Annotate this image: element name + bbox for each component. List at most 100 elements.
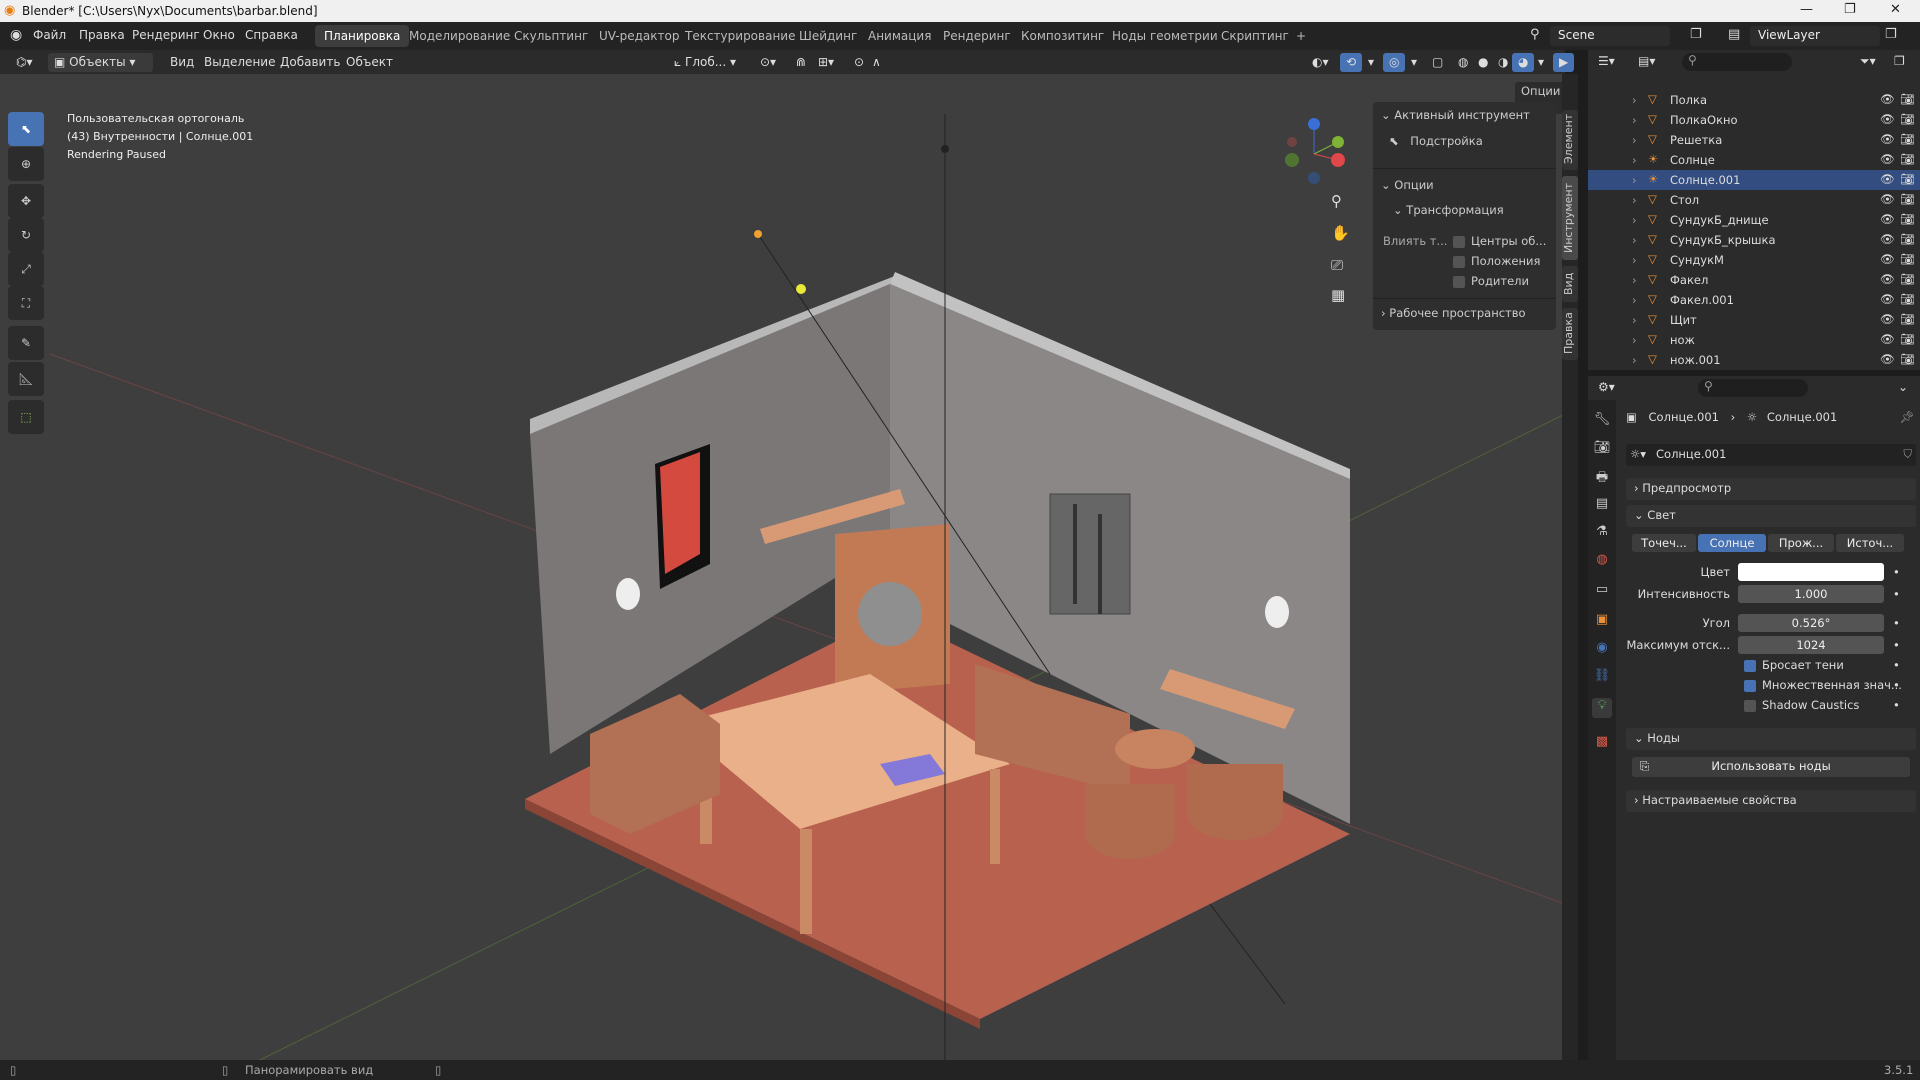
render-camera-icon[interactable]: 📷︎: [1900, 332, 1915, 346]
overlay-dropdown-icon[interactable]: ▾: [1405, 53, 1423, 72]
outliner-row[interactable]: › ▽ СундукБ_днище 👁︎ 📷︎: [1588, 210, 1920, 230]
expand-arrow-icon[interactable]: ›: [1632, 193, 1637, 207]
workspace-header[interactable]: › Рабочее пространство: [1381, 306, 1526, 320]
outliner-search-input[interactable]: ⚲: [1682, 53, 1792, 71]
light-type-area[interactable]: Источ...: [1836, 534, 1904, 552]
max-bounces-field[interactable]: 1024: [1738, 636, 1884, 654]
shading-dropdown-icon[interactable]: ▾: [1532, 53, 1550, 72]
zoom-icon[interactable]: ⚲: [1331, 192, 1342, 210]
object-tab-icon[interactable]: ▣: [1592, 612, 1612, 632]
menu-file[interactable]: Файл: [33, 28, 66, 42]
tab-sculpting[interactable]: Скульптинг: [505, 25, 597, 47]
cb-centers[interactable]: Центры об...: [1453, 234, 1546, 248]
overlay-icon[interactable]: ◎: [1383, 53, 1406, 72]
expand-arrow-icon[interactable]: ›: [1632, 93, 1637, 107]
outliner-row[interactable]: › ☀ Солнце 👁︎ 📷︎: [1588, 150, 1920, 170]
intensity-field[interactable]: 1.000: [1738, 585, 1884, 603]
mis-checkbox[interactable]: Множественная знач... •: [1626, 678, 1916, 698]
tab-scripting[interactable]: Скриптинг: [1212, 25, 1298, 47]
outliner-row[interactable]: › ▽ нож 👁︎ 📷︎: [1588, 330, 1920, 350]
menu-view[interactable]: Вид: [164, 53, 200, 72]
outliner-row[interactable]: › ▽ Стол 👁︎ 📷︎: [1588, 190, 1920, 210]
keyframe-dot-icon[interactable]: •: [1893, 616, 1900, 630]
visibility-icon[interactable]: ◐▾: [1306, 53, 1335, 72]
visibility-eye-icon[interactable]: 👁︎: [1880, 292, 1895, 306]
outliner-row[interactable]: › ▽ Факел 👁︎ 📷︎: [1588, 270, 1920, 290]
outliner-row[interactable]: › ▽ ПолкаОкно 👁︎ 📷︎: [1588, 110, 1920, 130]
tool-rotate[interactable]: ↻: [8, 218, 44, 252]
outliner-editor-icon[interactable]: ☰▾: [1598, 54, 1615, 68]
outliner-row[interactable]: › ▽ Щит 👁︎ 📷︎: [1588, 310, 1920, 330]
visibility-eye-icon[interactable]: 👁︎: [1880, 192, 1895, 206]
cast-shadow-checkbox[interactable]: Бросает тени •: [1626, 658, 1916, 678]
expand-arrow-icon[interactable]: ›: [1632, 153, 1637, 167]
ortho-grid-icon[interactable]: ▦: [1331, 286, 1345, 304]
tool-scale[interactable]: ⤢: [8, 252, 44, 286]
add-workspace-button[interactable]: +: [1287, 25, 1315, 47]
render-camera-icon[interactable]: 📷︎: [1900, 252, 1915, 266]
tab-geometry-nodes[interactable]: Ноды геометрии: [1103, 25, 1227, 47]
outliner-row[interactable]: › ▽ нож.001 👁︎ 📷︎: [1588, 350, 1920, 370]
tab-texture[interactable]: Текстурирование: [676, 25, 804, 47]
tab-animation[interactable]: Анимация: [859, 25, 940, 47]
tab-uv[interactable]: UV-редактор: [590, 25, 688, 47]
properties-search-input[interactable]: ⚲: [1698, 379, 1808, 397]
editor-type-icon[interactable]: ⌬▾: [10, 53, 39, 72]
angle-field[interactable]: 0.526°: [1738, 614, 1884, 632]
expand-arrow-icon[interactable]: ›: [1632, 333, 1637, 347]
pan-hand-icon[interactable]: ✋: [1331, 224, 1350, 242]
falloff-icon[interactable]: ∧: [866, 53, 887, 72]
outliner-row[interactable]: › ▽ СундукБ_крышка 👁︎ 📷︎: [1588, 230, 1920, 250]
collection-tab-icon[interactable]: ▭: [1592, 582, 1612, 602]
shadow-caustics-checkbox[interactable]: Shadow Caustics •: [1626, 698, 1916, 718]
expand-arrow-icon[interactable]: ›: [1632, 353, 1637, 367]
physics-tab-icon[interactable]: ◉: [1592, 640, 1612, 660]
tool-transform[interactable]: ⛶: [8, 286, 44, 320]
outliner-row[interactable]: › ▽ Факел.001 👁︎ 📷︎: [1588, 290, 1920, 310]
output-tab-icon[interactable]: 🖶︎: [1592, 468, 1612, 488]
xray-icon[interactable]: ▢: [1426, 53, 1449, 72]
transform-header[interactable]: ⌄ Трансформация: [1393, 203, 1504, 217]
menu-help[interactable]: Справка: [245, 28, 298, 42]
expand-arrow-icon[interactable]: ›: [1632, 313, 1637, 327]
mode-selector[interactable]: ▣ Объекты ▾: [48, 53, 153, 72]
fake-user-shield-icon[interactable]: ⛉: [1903, 447, 1912, 462]
keyframe-dot-icon[interactable]: •: [1893, 587, 1900, 601]
active-tool-header[interactable]: ⌄ Активный инструмент: [1381, 108, 1530, 122]
expand-arrow-icon[interactable]: ›: [1632, 253, 1637, 267]
render-camera-icon[interactable]: 📷︎: [1900, 312, 1915, 326]
render-camera-icon[interactable]: 📷︎: [1900, 292, 1915, 306]
expand-arrow-icon[interactable]: ›: [1632, 273, 1637, 287]
orientation-selector[interactable]: ⟀ Глоб... ▾: [668, 53, 742, 72]
close-icon[interactable]: ✕: [1890, 2, 1901, 17]
tool-add-cube[interactable]: ⬚: [8, 400, 44, 434]
menu-edit[interactable]: Правка: [79, 28, 125, 42]
expand-arrow-icon[interactable]: ›: [1632, 133, 1637, 147]
visibility-eye-icon[interactable]: 👁︎: [1880, 132, 1895, 146]
visibility-eye-icon[interactable]: 👁︎: [1880, 152, 1895, 166]
nodes-panel-header[interactable]: ⌄ Ноды: [1626, 728, 1916, 750]
options-header[interactable]: ⌄ Опции: [1381, 178, 1434, 192]
light-type-sun[interactable]: Солнце: [1698, 534, 1766, 552]
display-mode-icon[interactable]: ▤▾: [1638, 54, 1655, 68]
menu-select[interactable]: Выделение: [198, 53, 281, 72]
tool-select[interactable]: ⬉: [8, 112, 44, 146]
properties-editor-icon[interactable]: ⚙▾: [1598, 380, 1615, 394]
properties-options-icon[interactable]: ⌄: [1898, 380, 1908, 394]
datablock-selector[interactable]: ☼▾ Солнце.001 ⛉: [1626, 444, 1916, 466]
render-camera-icon[interactable]: 📷︎: [1900, 112, 1915, 126]
render-tab-icon[interactable]: 📷︎: [1592, 440, 1612, 460]
tool-move[interactable]: ✥: [8, 184, 44, 218]
expand-arrow-icon[interactable]: ›: [1632, 213, 1637, 227]
maximize-icon[interactable]: ❐: [1844, 2, 1856, 17]
new-collection-icon[interactable]: ❐: [1894, 54, 1905, 68]
render-camera-icon[interactable]: 📷︎: [1900, 352, 1915, 366]
tab-view[interactable]: Вид: [1562, 266, 1578, 302]
visibility-eye-icon[interactable]: 👁︎: [1880, 252, 1895, 266]
outliner-row[interactable]: › ▽ Полка 👁︎ 📷︎: [1588, 90, 1920, 110]
snap-icon[interactable]: ⋒: [790, 53, 812, 72]
expand-arrow-icon[interactable]: ›: [1632, 113, 1637, 127]
tab-item[interactable]: Элемент: [1562, 110, 1578, 170]
visibility-eye-icon[interactable]: 👁︎: [1880, 172, 1895, 186]
visibility-eye-icon[interactable]: 👁︎: [1880, 212, 1895, 226]
